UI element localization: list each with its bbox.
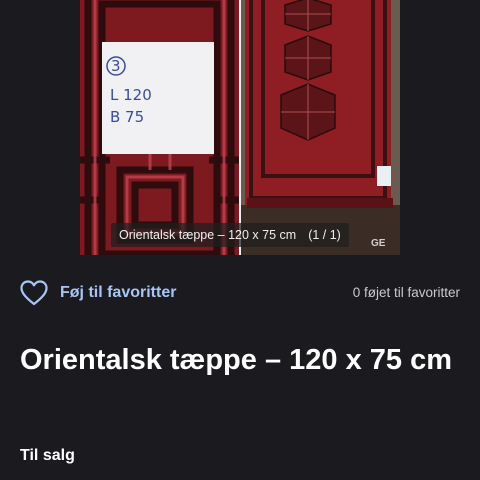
heart-icon[interactable] — [20, 280, 48, 306]
image-gallery[interactable]: 3 L 120 B 75 GE — [80, 0, 400, 255]
rug-full-photo[interactable]: GE — [241, 0, 400, 255]
rug-closeup-photo[interactable]: 3 L 120 B 75 — [80, 0, 239, 255]
note-width: B 75 — [110, 108, 144, 126]
caption-text: Orientalsk tæppe – 120 x 75 cm — [119, 228, 297, 242]
favorites-count: 0 føjet til favoritter — [352, 285, 460, 300]
add-to-favorites-link[interactable]: Føj til favoritter — [60, 284, 176, 302]
image-counter: (1 / 1) — [308, 228, 341, 242]
sale-status: Til salg — [20, 447, 75, 464]
note-number: 3 — [111, 57, 121, 75]
watermark-text: GE — [371, 238, 386, 249]
favorites-row: Føj til favoritter 0 føjet til favoritte… — [20, 279, 460, 309]
listing-title: Orientalsk tæppe – 120 x 75 cm — [20, 344, 452, 376]
image-caption: Orientalsk tæppe – 120 x 75 cm (1 / 1) — [111, 223, 349, 247]
note-length: L 120 — [110, 86, 152, 104]
